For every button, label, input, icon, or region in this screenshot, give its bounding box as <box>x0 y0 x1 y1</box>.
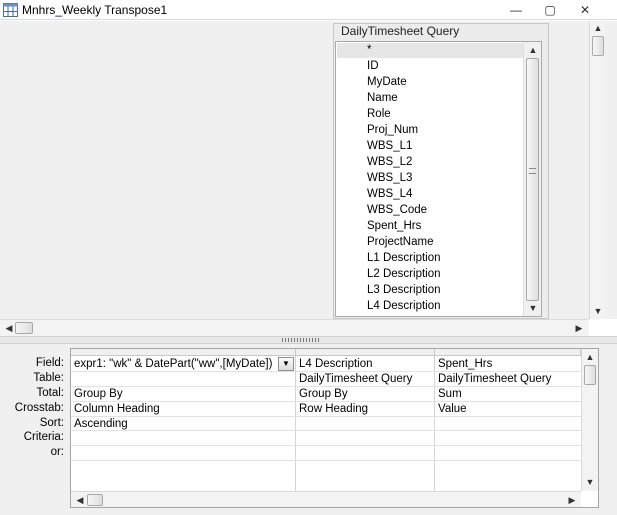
scroll-up-arrow-icon[interactable]: ▲ <box>590 21 606 35</box>
dropdown-arrow-icon[interactable]: ▼ <box>278 357 294 371</box>
grid-cell-total-col3[interactable]: Sum <box>438 387 462 401</box>
scroll-down-arrow-icon[interactable]: ▼ <box>525 301 541 315</box>
close-button[interactable]: ✕ <box>572 2 598 18</box>
field-list[interactable]: * ID MyDate Name Role Proj_Num WBS_L1 WB… <box>335 41 542 317</box>
grip-icon <box>529 168 536 174</box>
column-selector[interactable] <box>296 349 435 356</box>
row-label-field: Field: <box>35 357 64 369</box>
table-pane-horizontal-scrollbar[interactable]: ◀ ▶ <box>0 319 589 336</box>
table-pane-vertical-scrollbar[interactable]: ▲ ▼ <box>589 21 605 319</box>
grid-horizontal-scrollbar[interactable]: ◀ ▶ <box>71 491 581 507</box>
field-item-l2-description[interactable]: L2 Description <box>367 266 441 282</box>
grid-scroll-thumb[interactable] <box>584 365 596 385</box>
scroll-left-arrow-icon[interactable]: ◀ <box>72 493 88 507</box>
field-item-l1-description[interactable]: L1 Description <box>367 250 441 266</box>
field-list-scrollbar[interactable]: ▲ ▼ <box>523 42 541 316</box>
grid-cell-field-col1[interactable]: expr1: "wk" & DatePart("ww",[MyDate]) <box>74 357 272 371</box>
grid-cell-sort-col1[interactable]: Ascending <box>74 417 128 431</box>
row-label-crosstab: Crosstab: <box>14 402 64 414</box>
field-item-wbs-l3[interactable]: WBS_L3 <box>367 170 412 186</box>
grid-vertical-scrollbar[interactable]: ▲ ▼ <box>581 349 598 491</box>
grid-cell-crosstab-col1[interactable]: Column Heading <box>74 402 160 416</box>
query-icon <box>3 3 18 17</box>
row-label-or: or: <box>50 446 64 458</box>
row-divider <box>71 416 581 417</box>
field-item-wbs-l4[interactable]: WBS_L4 <box>367 186 412 202</box>
grid-hscroll-thumb[interactable] <box>87 494 103 506</box>
field-item-wbs-l2[interactable]: WBS_L2 <box>367 154 412 170</box>
column-selector[interactable] <box>435 349 581 356</box>
field-item-id[interactable]: ID <box>367 58 379 74</box>
column-selector[interactable] <box>71 349 296 356</box>
scroll-down-arrow-icon[interactable]: ▼ <box>590 304 606 318</box>
scroll-right-arrow-icon[interactable]: ▶ <box>571 321 587 335</box>
row-divider <box>71 460 581 461</box>
grid-cell-crosstab-col2[interactable]: Row Heading <box>299 402 368 416</box>
scroll-right-arrow-icon[interactable]: ▶ <box>564 493 580 507</box>
grid-cell-table-col3[interactable]: DailyTimesheet Query <box>438 372 551 386</box>
field-item-projectname[interactable]: ProjectName <box>367 234 433 250</box>
field-list-scroll-thumb[interactable] <box>526 58 539 301</box>
row-label-criteria: Criteria: <box>23 431 64 443</box>
row-label-table: Table: <box>33 372 64 384</box>
selected-field-highlight <box>337 43 525 58</box>
field-item-mydate[interactable]: MyDate <box>367 74 407 90</box>
field-item-l3-description[interactable]: L3 Description <box>367 282 441 298</box>
table-field-list-title[interactable]: DailyTimesheet Query <box>341 24 459 38</box>
field-item-wbs-code[interactable]: WBS_Code <box>367 202 427 218</box>
field-item-wbs-l1[interactable]: WBS_L1 <box>367 138 412 154</box>
row-divider <box>71 430 581 431</box>
window-title: Mnhrs_Weekly Transpose1 <box>22 3 168 17</box>
column-divider <box>295 356 296 492</box>
column-divider <box>434 356 435 492</box>
field-item-role[interactable]: Role <box>367 106 391 122</box>
row-label-sort: Sort: <box>39 417 64 429</box>
grid-cell-field-col3[interactable]: Spent_Hrs <box>438 357 492 371</box>
field-item-l4-description[interactable]: L4 Description <box>367 298 441 314</box>
table-pane-scroll-thumb[interactable] <box>592 36 604 56</box>
restore-button[interactable]: ▢ <box>537 2 563 18</box>
grid-cell-total-col1[interactable]: Group By <box>74 387 123 401</box>
scroll-up-arrow-icon[interactable]: ▲ <box>525 43 541 57</box>
splitter-grip-icon[interactable] <box>282 338 320 342</box>
scroll-up-arrow-icon[interactable]: ▲ <box>582 350 598 364</box>
grid-cell-field-col2[interactable]: L4 Description <box>299 357 373 371</box>
field-item-spent-hrs[interactable]: Spent_Hrs <box>367 218 421 234</box>
field-item-asterisk[interactable]: * <box>367 42 371 58</box>
scroll-down-arrow-icon[interactable]: ▼ <box>582 475 598 489</box>
row-label-total: Total: <box>36 387 65 399</box>
field-item-name[interactable]: Name <box>367 90 398 106</box>
field-item-proj-num[interactable]: Proj_Num <box>367 122 418 138</box>
grid-cell-crosstab-col3[interactable]: Value <box>438 402 467 416</box>
row-divider <box>71 445 581 446</box>
minimize-button[interactable]: — <box>503 2 529 18</box>
grid-cell-table-col2[interactable]: DailyTimesheet Query <box>299 372 412 386</box>
table-pane-hscroll-thumb[interactable] <box>15 322 33 334</box>
grid-cell-total-col2[interactable]: Group By <box>299 387 348 401</box>
